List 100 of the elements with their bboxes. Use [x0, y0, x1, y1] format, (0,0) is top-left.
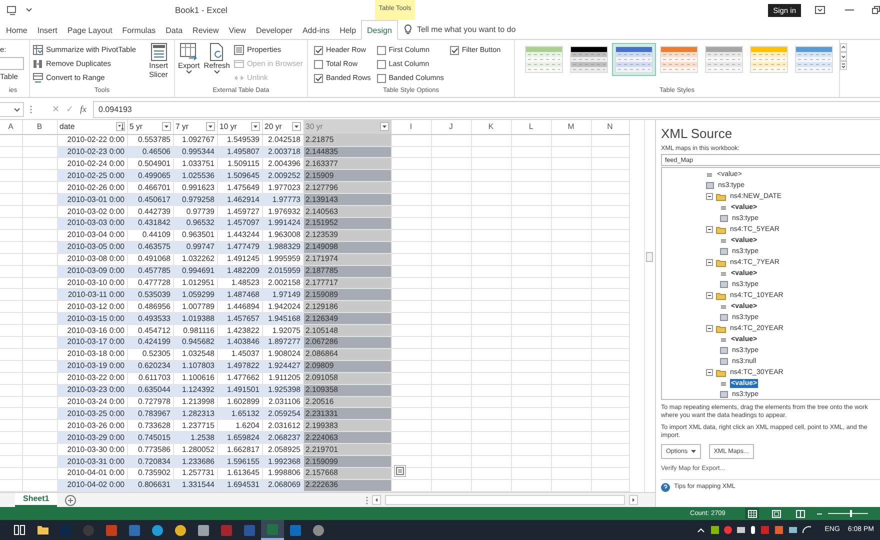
app-icon — [175, 524, 186, 536]
list-icon — [395, 466, 405, 476]
expander-icon[interactable] — [706, 226, 713, 233]
attribute-icon — [706, 182, 714, 189]
scroll-down-icon[interactable] — [840, 52, 847, 61]
app-icon — [106, 524, 117, 536]
sort-icon — [116, 123, 124, 130]
normal-view-button[interactable] — [745, 508, 760, 519]
app-icon — [60, 524, 71, 536]
element-icon — [720, 304, 727, 310]
attribute-icon — [720, 248, 728, 255]
app-icon — [267, 524, 278, 534]
filter-button[interactable] — [116, 122, 124, 132]
table-style-swatch[interactable] — [522, 43, 566, 76]
ribbon-tab[interactable]: Design — [361, 20, 398, 40]
table-icon — [33, 73, 43, 83]
sheet-tab[interactable]: Sheet1 — [15, 493, 58, 507]
page-icon — [772, 510, 781, 518]
ribbon-tab[interactable]: Add-ins — [297, 20, 335, 40]
expander-icon[interactable] — [706, 292, 713, 299]
caret-icon — [380, 123, 388, 130]
formula-field[interactable]: 0.094193 — [92, 101, 880, 118]
table-preview-icon — [705, 46, 743, 73]
app-icon — [198, 524, 209, 536]
expander-icon[interactable] — [706, 193, 713, 200]
refresh-icon — [208, 43, 225, 61]
ribbon-tab[interactable]: Help — [334, 20, 362, 40]
attribute-icon — [720, 281, 728, 288]
add-sheet-icon[interactable] — [65, 494, 76, 506]
more-styles-icon[interactable] — [840, 61, 847, 70]
ribbon-tab[interactable]: Home — [1, 20, 32, 40]
table-style-swatch[interactable] — [567, 43, 611, 76]
ribbon-tab[interactable]: Data — [160, 20, 188, 40]
touch-mode-icon[interactable] — [6, 4, 18, 16]
table-style-swatch[interactable] — [792, 43, 836, 76]
expander-icon[interactable] — [706, 369, 713, 376]
app-icon — [290, 524, 301, 536]
page-layout-button[interactable] — [769, 508, 784, 519]
insert-function-button[interactable]: fx — [80, 102, 86, 116]
checkbox-icon — [376, 74, 386, 82]
checkbox-icon — [450, 46, 459, 54]
table-preview-icon — [570, 46, 608, 73]
customize-icon[interactable] — [26, 8, 32, 12]
table-style-swatch[interactable] — [702, 43, 746, 76]
unlink-icon — [234, 73, 244, 83]
folder-icon — [716, 324, 726, 332]
table-name-field[interactable] — [0, 57, 24, 70]
caret-icon — [292, 123, 300, 130]
table-preview-icon — [525, 46, 563, 73]
checkbox-icon — [314, 60, 323, 68]
ribbon-display-icon[interactable] — [815, 6, 825, 14]
ribbon-tab[interactable]: Developer — [250, 20, 298, 40]
attribute-icon — [720, 391, 728, 398]
caret-icon — [214, 70, 220, 74]
table-style-swatch[interactable] — [747, 43, 791, 76]
scroll-right-icon[interactable] — [629, 495, 638, 505]
table-style-swatch[interactable] — [657, 43, 701, 76]
folder-icon — [36, 525, 48, 535]
ribbon-tab[interactable]: Insert — [32, 20, 62, 40]
caret-icon — [186, 70, 192, 74]
table-preview-icon — [795, 46, 833, 73]
expander-icon[interactable] — [706, 325, 713, 332]
horizontal-scrollbar[interactable] — [385, 495, 625, 505]
filter-button[interactable] — [206, 122, 214, 132]
filter-button[interactable] — [250, 122, 260, 132]
page-break-button[interactable] — [793, 508, 808, 519]
filter-button[interactable] — [380, 122, 388, 132]
tell-me-box[interactable]: Tell me what you want to do — [404, 20, 516, 39]
window-title: Book1 - Excel — [175, 4, 228, 16]
ribbon-tab[interactable]: Page Layout — [62, 20, 118, 40]
checkbox-icon — [376, 60, 386, 68]
browser-icon — [234, 59, 244, 69]
table-preview-icon — [750, 46, 788, 73]
pane-title: XML Source — [661, 126, 734, 141]
ribbon-tab[interactable]: View — [224, 20, 251, 40]
scroll-left-icon[interactable] — [372, 495, 381, 505]
minimize-icon[interactable] — [845, 9, 854, 11]
checkbox-icon — [314, 46, 323, 54]
table-style-swatch[interactable] — [612, 43, 656, 76]
restore-icon[interactable] — [872, 6, 880, 14]
element-icon — [720, 270, 727, 276]
element-icon — [720, 238, 727, 244]
quick-analysis-button[interactable] — [394, 465, 406, 477]
grid-icon — [748, 510, 757, 518]
page-break-icon — [796, 510, 805, 518]
task-view-icon — [14, 525, 25, 535]
caret-icon — [206, 123, 214, 130]
folder-icon — [716, 226, 726, 234]
checkbox-icon — [376, 46, 386, 54]
ribbon-tab[interactable]: Formulas — [117, 20, 161, 40]
lightbulb-icon — [404, 24, 412, 35]
vertical-scrollbar[interactable] — [644, 120, 654, 492]
expander-icon[interactable] — [706, 259, 713, 266]
scroll-up-icon[interactable] — [840, 43, 847, 52]
filter-button[interactable] — [162, 122, 170, 132]
ribbon-tab[interactable]: Review — [188, 20, 224, 40]
caret-icon — [14, 108, 20, 112]
filter-button[interactable] — [292, 122, 300, 132]
element-icon — [720, 336, 727, 342]
folder-icon — [716, 368, 726, 376]
